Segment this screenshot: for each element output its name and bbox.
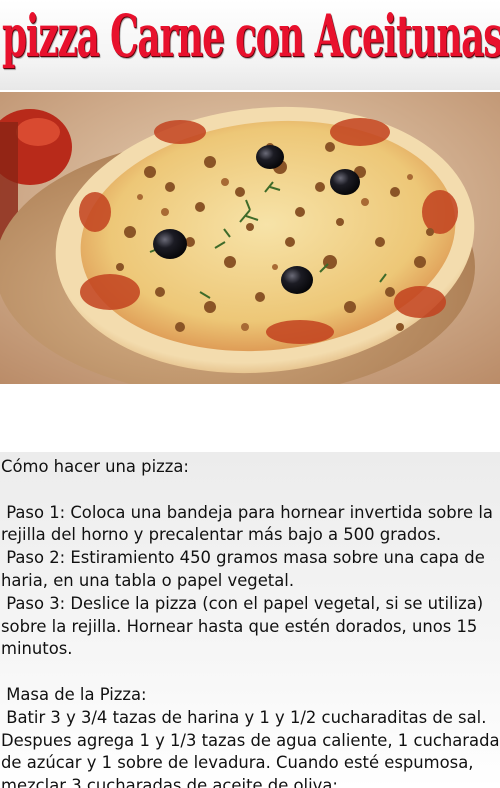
recipe-text: Cómo hacer una pizza: Paso 1: Coloca una… — [0, 452, 500, 788]
pizza-image — [0, 92, 500, 384]
dough-heading: Masa de la Pizza: — [1, 684, 147, 704]
recipe-step-3: Paso 3: Deslice la pizza (con el papel v… — [1, 593, 489, 659]
pizza-photo — [0, 92, 500, 384]
spacer-area — [0, 384, 500, 452]
recipe-intro: Cómo hacer una pizza: — [1, 457, 189, 476]
recipe-step-1: Paso 1: Coloca una bandeja para hornear … — [1, 502, 499, 545]
title-banner: pizza Carne con Aceitunas — [0, 0, 500, 90]
dough-instructions: Batir 3 y 3/4 tazas de harina y 1 y 1/2 … — [1, 707, 500, 788]
page-title: pizza Carne con Aceitunas — [2, 2, 500, 70]
recipe-step-2: Paso 2: Estiramiento 450 gramos masa sob… — [1, 548, 490, 590]
